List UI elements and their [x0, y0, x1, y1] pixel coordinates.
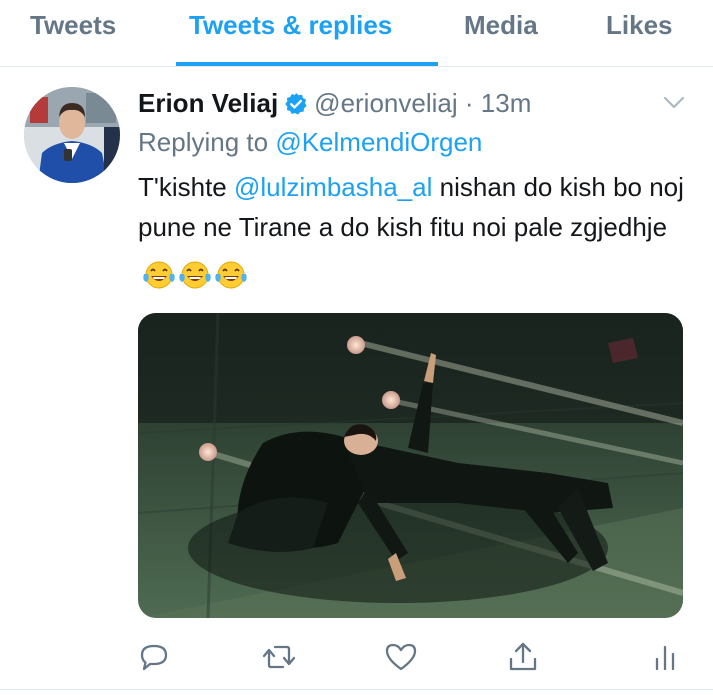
emoji-group: [142, 253, 250, 293]
profile-tabs: Tweets Tweets & replies Media Likes: [0, 0, 713, 67]
replying-to: Replying to @KelmendiOrgen: [138, 126, 482, 158]
analytics-icon[interactable]: [647, 639, 683, 675]
tab-tweets-and-replies[interactable]: Tweets & replies: [189, 8, 392, 42]
tears-of-joy-emoji-icon: [142, 260, 176, 290]
divider: [0, 689, 713, 690]
author-name[interactable]: Erion Veliaj: [138, 88, 278, 118]
reply-handle-link[interactable]: @KelmendiOrgen: [275, 127, 482, 157]
tweet-text-before: T'kishte: [138, 172, 227, 202]
retweet-icon[interactable]: [261, 639, 297, 675]
like-icon[interactable]: [383, 639, 419, 675]
chevron-down-icon[interactable]: [662, 95, 686, 111]
active-tab-indicator: [176, 62, 438, 66]
reply-prefix: Replying to: [138, 127, 269, 157]
verified-badge-icon: [284, 91, 308, 115]
tab-tweets[interactable]: Tweets: [30, 8, 116, 42]
tab-likes[interactable]: Likes: [606, 8, 673, 42]
tab-media[interactable]: Media: [464, 8, 538, 42]
tweet-actions: [0, 639, 713, 679]
tears-of-joy-emoji-icon: [214, 260, 248, 290]
reply-icon[interactable]: [136, 639, 172, 675]
tweet-text: T'kishte @lulzimbasha_al nishan do kish …: [138, 167, 693, 293]
tweet-media-image[interactable]: [138, 313, 683, 618]
tweet[interactable]: Erion Veliaj @erionveliaj · 13m Replying …: [0, 67, 713, 697]
timestamp[interactable]: 13m: [481, 88, 532, 118]
tears-of-joy-emoji-icon: [178, 260, 212, 290]
mention-link[interactable]: @lulzimbasha_al: [234, 172, 432, 202]
author-handle[interactable]: @erionveliaj: [314, 88, 457, 118]
avatar[interactable]: [24, 87, 120, 183]
tweet-header: Erion Veliaj @erionveliaj · 13m: [138, 87, 531, 119]
share-icon[interactable]: [505, 639, 541, 675]
meta-separator: ·: [464, 88, 474, 118]
